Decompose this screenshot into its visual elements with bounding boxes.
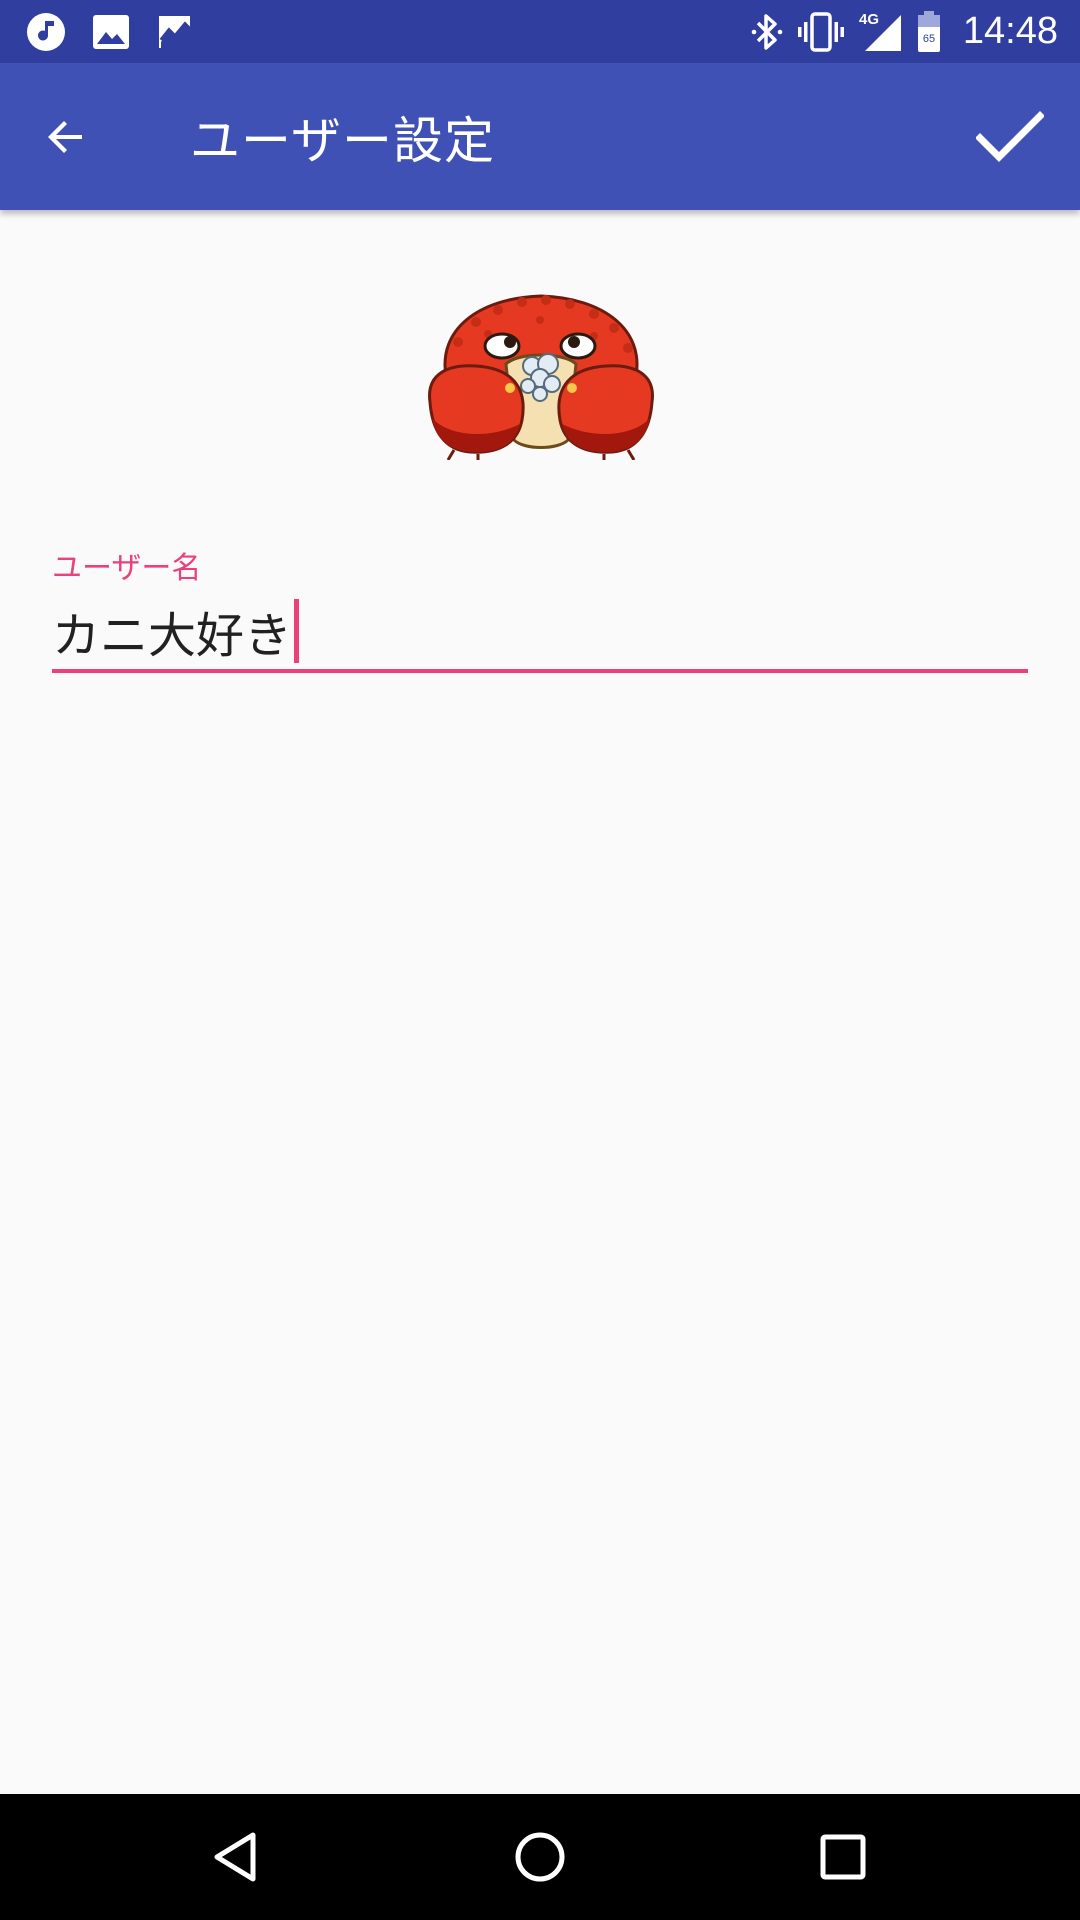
system-icons: 4G 65 14:48 xyxy=(751,0,1058,63)
network-type-label: 4G xyxy=(859,11,879,28)
screen: 4G 65 14:48 ユーザー設定 ユーザー名 カニ大好き xyxy=(0,0,1080,1920)
avatar[interactable] xyxy=(418,290,664,461)
battery-icon: 65 xyxy=(917,10,940,52)
bluetooth-icon xyxy=(751,13,783,50)
notification-icons xyxy=(26,0,196,63)
username-input[interactable]: カニ大好き xyxy=(52,596,1028,666)
save-button[interactable] xyxy=(970,101,1050,173)
check-icon xyxy=(976,111,1044,162)
navigation-bar xyxy=(0,1794,1080,1920)
image-icon xyxy=(93,14,129,49)
recents-square-icon xyxy=(820,1834,866,1880)
back-button[interactable] xyxy=(30,101,102,173)
nav-recents-button[interactable] xyxy=(803,1817,883,1897)
username-value: カニ大好き xyxy=(52,608,293,664)
music-note-icon xyxy=(27,12,65,51)
nav-back-button[interactable] xyxy=(197,1817,277,1897)
status-bar: 4G 65 14:48 xyxy=(0,0,1080,63)
arrow-back-icon xyxy=(48,121,82,153)
nav-home-button[interactable] xyxy=(500,1817,580,1897)
username-underline xyxy=(52,669,1028,673)
signal-icon: 4G xyxy=(859,11,901,51)
username-label: ユーザー名 xyxy=(52,551,202,586)
crab-avatar-icon xyxy=(428,294,654,461)
text-cursor xyxy=(294,599,300,663)
vibrate-icon xyxy=(797,11,844,52)
battery-level: 65 xyxy=(923,33,935,45)
status-time: 14:48 xyxy=(962,10,1058,52)
back-triangle-icon xyxy=(214,1832,256,1882)
home-circle-icon xyxy=(515,1832,565,1882)
app-bar: ユーザー設定 xyxy=(0,63,1080,210)
page-title: ユーザー設定 xyxy=(190,111,495,170)
trending-icon xyxy=(159,15,193,48)
